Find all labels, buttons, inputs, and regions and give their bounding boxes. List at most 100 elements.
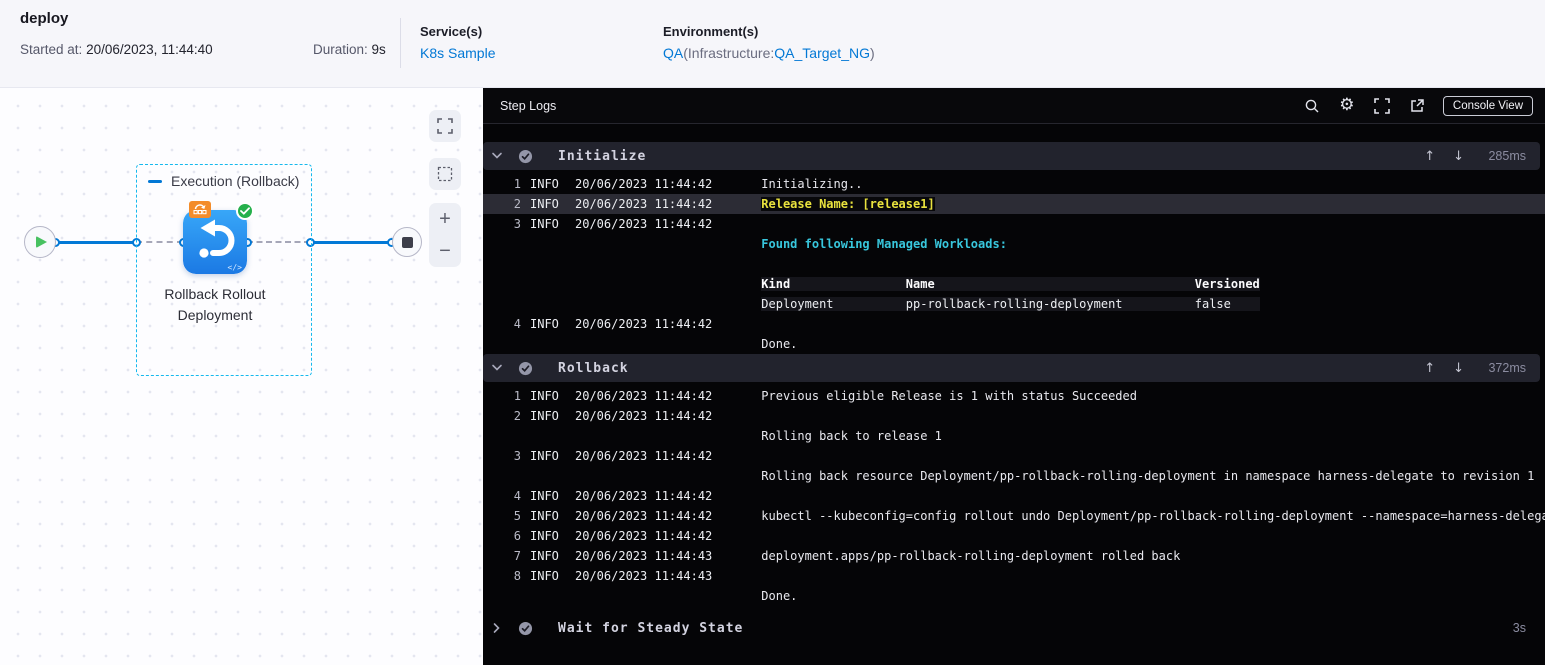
settings-gear-icon[interactable]: ⚙ — [1338, 97, 1356, 115]
console-title: Step Logs — [500, 98, 557, 113]
log-timestamp: 20/06/2023 11:44:42 — [575, 449, 713, 463]
step-success-icon — [236, 202, 254, 220]
play-icon — [36, 236, 47, 248]
log-section-initialize: Initialize ↑ ↓ 285ms 1 INFO 20/06/2023 11:44:4… — [483, 142, 1545, 354]
log-line-number: 7 — [513, 549, 521, 563]
stop-icon — [401, 236, 413, 248]
log-message-line: Previous eligible Release is 1 with stat… — [761, 386, 1545, 406]
log-level: INFO — [530, 449, 559, 463]
log-message-line — [761, 486, 1545, 506]
canvas-fullscreen-button[interactable] — [429, 110, 461, 142]
console-view-button[interactable]: Console View — [1442, 95, 1533, 116]
chevron-right-icon[interactable] — [491, 623, 503, 633]
environments-column: Environment(s) QA(Infrastructure:QA_Targ… — [663, 24, 875, 61]
log-row: 2 INFO 20/06/2023 11:44:42 Release Name: [r… — [483, 194, 1545, 214]
environment-infra-prefix: (Infrastructure: — [683, 45, 775, 61]
log-timestamp: 20/06/2023 11:44:42 — [575, 509, 713, 523]
console-header: Step Logs ⚙ Console View — [483, 88, 1545, 124]
pipeline-canvas[interactable]: Execution (Rollback) </> Rollback Rollou… — [0, 88, 483, 665]
log-level: INFO — [530, 197, 559, 211]
started-at: Started at: 20/06/2023, 11:44:40 — [20, 42, 213, 57]
scroll-to-top-icon[interactable]: ↑ — [1424, 361, 1435, 376]
log-level: INFO — [530, 509, 559, 523]
section-duration: 3s — [1512, 621, 1526, 635]
rollback-step-node[interactable]: </> — [183, 201, 254, 274]
chevron-down-icon[interactable] — [491, 364, 503, 372]
log-line-number: 5 — [513, 509, 521, 523]
status-success-icon — [518, 361, 533, 376]
log-message: Rolling back resource Deployment/pp-roll… — [761, 446, 1545, 486]
edge-group-to-end — [310, 240, 391, 244]
log-text-segment: Rolling back to release 1 — [761, 429, 942, 443]
log-text-segment: Deployment pp-rollback-rolling-deploymen… — [761, 297, 1260, 311]
log-text-segment: Rolling back resource Deployment/pp-roll… — [761, 469, 1535, 483]
search-icon[interactable] — [1303, 97, 1321, 115]
execution-group-header[interactable]: Execution (Rollback) — [148, 173, 299, 189]
log-message: Initializing.. — [761, 174, 1545, 194]
log-message-line: Initializing.. — [761, 174, 1545, 194]
section-header-rollback[interactable]: Rollback ↑ ↓ 372ms — [483, 354, 1540, 382]
log-line-number: 6 — [513, 529, 521, 543]
log-text-segment: Previous eligible Release is 1 with stat… — [761, 389, 1137, 403]
log-message-line — [761, 446, 1545, 466]
scroll-to-bottom-icon[interactable]: ↓ — [1453, 361, 1464, 376]
pipeline-start-node[interactable] — [24, 226, 56, 258]
code-glyph-icon: </> — [227, 263, 242, 272]
environment-suffix: ) — [869, 45, 875, 61]
section-header-wait-for-steady-state[interactable]: Wait for Steady State 3s — [483, 614, 1540, 642]
services-label: Service(s) — [420, 24, 483, 39]
log-message-line — [761, 566, 1545, 586]
log-message-line: Found following Managed Workloads: — [761, 234, 1545, 254]
log-message-line — [761, 214, 1545, 234]
scroll-to-top-icon[interactable]: ↑ — [1424, 149, 1435, 164]
step-logs-panel: Step Logs ⚙ Console View Initialize ↑ ↓ 285… — [483, 88, 1545, 665]
log-line-number: 4 — [513, 317, 521, 331]
log-row: 4 INFO 20/06/2023 11:44:42 — [483, 486, 1545, 506]
expand-logs-icon[interactable] — [1373, 97, 1391, 115]
log-level: INFO — [530, 489, 559, 503]
log-message-line: deployment.apps/pp-rollback-rolling-depl… — [761, 546, 1545, 566]
started-at-value: 20/06/2023, 11:44:40 — [86, 42, 213, 57]
header-divider — [400, 18, 401, 68]
log-message: Rolling back to release 1 — [761, 406, 1545, 446]
log-text-segment: Initializing.. — [761, 177, 863, 191]
log-timestamp: 20/06/2023 11:44:42 — [575, 177, 713, 191]
edge-start-to-group — [56, 240, 136, 244]
status-success-icon — [518, 621, 533, 636]
log-message: Previous eligible Release is 1 with stat… — [761, 386, 1545, 406]
pipeline-end-node[interactable] — [392, 227, 422, 257]
zoom-out-button[interactable]: − — [439, 241, 451, 261]
log-row: 4 INFO 20/06/2023 11:44:42 Done. — [483, 314, 1545, 354]
log-message: deployment.apps/pp-rollback-rolling-depl… — [761, 546, 1545, 566]
log-message-line: Rolling back resource Deployment/pp-roll… — [761, 466, 1545, 486]
environment-link[interactable]: QA — [663, 45, 683, 61]
log-message: kubectl --kubeconfig=config rollout undo… — [761, 506, 1545, 526]
section-header-initialize[interactable]: Initialize ↑ ↓ 285ms — [483, 142, 1540, 170]
collapse-group-icon[interactable] — [148, 179, 162, 183]
log-row: 5 INFO 20/06/2023 11:44:42 kubectl --kubeco… — [483, 506, 1545, 526]
log-text-segment: Done. — [761, 589, 798, 603]
console-actions: ⚙ Console View — [1303, 95, 1533, 116]
zoom-in-button[interactable]: + — [439, 209, 451, 229]
chevron-down-icon[interactable] — [491, 152, 503, 160]
execution-header: deploy Started at: 20/06/2023, 11:44:40 … — [0, 0, 1545, 88]
log-row: 6 INFO 20/06/2023 11:44:42 — [483, 526, 1545, 546]
environments-label: Environment(s) — [663, 24, 759, 39]
scroll-to-bottom-icon[interactable]: ↓ — [1453, 149, 1464, 164]
log-line-number: 4 — [513, 489, 521, 503]
log-level: INFO — [530, 389, 559, 403]
log-message: Done. — [761, 314, 1545, 354]
log-message — [761, 526, 1545, 546]
service-link[interactable]: K8s Sample — [420, 45, 495, 61]
log-text-segment: Release Name: [release1] — [761, 197, 935, 211]
infrastructure-link[interactable]: QA_Target_NG — [774, 45, 870, 61]
open-in-new-icon[interactable] — [1408, 97, 1426, 115]
log-text-segment: Kind Name Versioned — [761, 277, 1260, 291]
duration-value: 9s — [371, 42, 386, 57]
log-timestamp: 20/06/2023 11:44:42 — [575, 197, 713, 211]
canvas-select-button[interactable] — [429, 158, 461, 190]
log-body: Initialize ↑ ↓ 285ms 1 INFO 20/06/2023 11:44:4… — [483, 124, 1545, 642]
log-text-segment: Found following Managed Workloads: — [761, 237, 1015, 251]
log-timestamp: 20/06/2023 11:44:42 — [575, 529, 713, 543]
section-title: Wait for Steady State — [558, 620, 744, 636]
